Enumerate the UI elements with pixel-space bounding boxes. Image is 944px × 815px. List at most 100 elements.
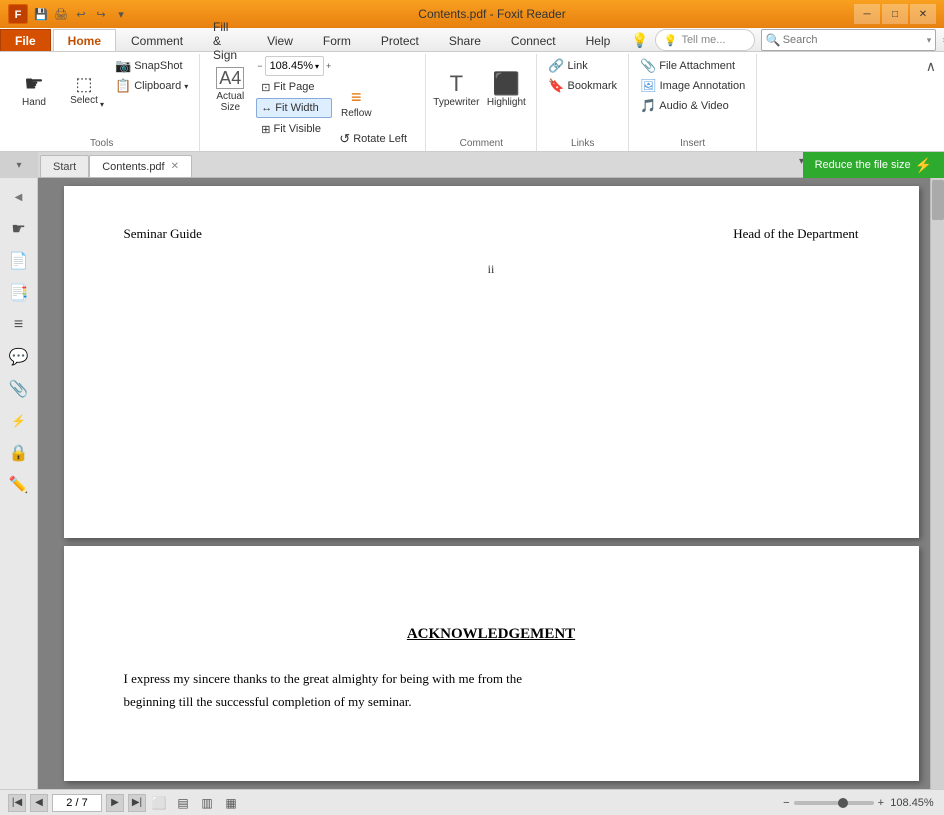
clipboard-button[interactable]: 📋 Clipboard ▾ xyxy=(110,76,193,96)
clipboard-dropdown[interactable]: ▾ xyxy=(184,82,188,91)
link-button[interactable]: 🔗 Link xyxy=(543,56,622,76)
sidebar-security-btn[interactable]: 🔒 xyxy=(4,438,34,468)
bookmark-button[interactable]: 🔖 Bookmark xyxy=(543,76,622,96)
tab-connect[interactable]: Connect xyxy=(496,29,571,51)
undo-icon[interactable]: ↩ xyxy=(72,5,90,23)
tell-me-input[interactable]: 💡 Tell me... xyxy=(655,29,755,51)
sidebar-bookmark-btn[interactable]: 📑 xyxy=(4,278,34,308)
snapshot-label: SnapShot xyxy=(134,60,182,72)
first-page-button[interactable]: |◀ xyxy=(8,794,26,812)
document-tabs-bar: ▾ Start Contents.pdf ✕ ▾ Reduce the file… xyxy=(0,152,944,178)
last-page-button[interactable]: ▶| xyxy=(128,794,146,812)
page-number-input[interactable] xyxy=(52,794,102,812)
tab-comment[interactable]: Comment xyxy=(116,29,198,51)
ribbon-group-links: 🔗 Link 🔖 Bookmark Links xyxy=(537,54,629,151)
next-page-button[interactable]: ▶ xyxy=(106,794,124,812)
fit-width-label: Fit Width xyxy=(275,102,318,114)
sidebar-toggle-btn[interactable]: ◀ xyxy=(4,182,34,212)
tab-start-label: Start xyxy=(53,161,76,173)
snapshot-button[interactable]: 📷 SnapShot xyxy=(110,56,193,76)
zoom-dropdown-arrow[interactable]: ▾ xyxy=(315,62,319,71)
new-tab-icon[interactable]: ▾ xyxy=(16,160,21,171)
tab-file[interactable]: File xyxy=(0,29,51,51)
comment-group-label: Comment xyxy=(432,136,530,149)
search-dropdown-icon[interactable]: ▾ xyxy=(927,35,932,46)
zoom-slider-thumb[interactable] xyxy=(838,798,848,808)
link-label: Link xyxy=(568,60,588,72)
typewriter-button[interactable]: T Typewriter xyxy=(432,56,480,124)
select-label: Select xyxy=(70,95,98,106)
fit-visible-button[interactable]: ⊞ Fit Visible xyxy=(256,119,332,139)
tab-home[interactable]: Home xyxy=(53,29,116,51)
zoom-value-display[interactable]: 108.45% ▾ xyxy=(265,56,324,76)
insert-col: 📎 File Attachment 🖼 Image Annotation 🎵 A… xyxy=(635,56,750,116)
tab-view[interactable]: View xyxy=(252,29,308,51)
vertical-scrollbar[interactable] xyxy=(930,178,944,789)
window-title: Contents.pdf - Foxit Reader xyxy=(130,7,854,21)
tab-form[interactable]: Form xyxy=(308,29,366,51)
zoom-in-status-btn[interactable]: + xyxy=(878,797,884,809)
ack-text-line1: I express my sincere thanks to the great… xyxy=(124,671,523,686)
collapse-ribbon-button[interactable]: ∧ xyxy=(926,58,936,75)
print-icon[interactable]: 🖨 xyxy=(52,5,70,23)
tell-me-icon: 💡 xyxy=(664,34,678,47)
two-page-icon[interactable]: ▥ xyxy=(198,794,216,812)
zoom-slider[interactable] xyxy=(794,801,874,805)
zoom-out-btn[interactable]: − xyxy=(256,61,263,71)
rotate-left-button[interactable]: ↺ Rotate Left xyxy=(334,129,419,149)
save-icon[interactable]: 💾 xyxy=(32,5,50,23)
tab-share[interactable]: Share xyxy=(434,29,496,51)
svg-text:F: F xyxy=(15,9,22,21)
search-input[interactable] xyxy=(783,34,925,46)
sidebar-layers-btn[interactable]: ≡ xyxy=(4,310,34,340)
continuous-page-icon[interactable]: ▤ xyxy=(174,794,192,812)
zoom-in-btn[interactable]: + xyxy=(325,61,332,71)
tab-help[interactable]: Help xyxy=(571,29,626,51)
zoom-out-status-btn[interactable]: − xyxy=(783,797,789,809)
file-attachment-button[interactable]: 📎 File Attachment xyxy=(635,56,750,76)
image-annotation-icon: 🖼 xyxy=(640,78,657,94)
fit-width-button[interactable]: ↔ Fit Width xyxy=(256,98,332,118)
sidebar-comment-btn[interactable]: 💬 xyxy=(4,342,34,372)
pdf-page-header: Seminar Guide Head of the Department xyxy=(124,226,859,242)
reduce-file-size-button[interactable]: Reduce the file size ⚡ xyxy=(803,152,944,178)
seminar-guide-text: Seminar Guide xyxy=(124,226,202,242)
window-controls: ─ □ ✕ xyxy=(854,4,936,24)
actual-size-button[interactable]: A4 ActualSize xyxy=(206,56,254,124)
scrollbar-thumb[interactable] xyxy=(932,180,944,220)
highlight-icon: ⬛ xyxy=(493,73,520,95)
redo-icon[interactable]: ↪ xyxy=(92,5,110,23)
sidebar-edit-btn[interactable]: ✏️ xyxy=(4,470,34,500)
single-page-icon[interactable]: ⬜ xyxy=(150,794,168,812)
customize-icon[interactable]: ▾ xyxy=(112,5,130,23)
highlight-button[interactable]: ⬛ Highlight xyxy=(482,56,530,124)
tab-start[interactable]: Start xyxy=(40,155,89,177)
close-tab-icon[interactable]: ✕ xyxy=(171,161,179,172)
image-annotation-button[interactable]: 🖼 Image Annotation xyxy=(635,76,750,96)
audio-video-button[interactable]: 🎵 Audio & Video xyxy=(635,96,750,116)
minimize-button[interactable]: ─ xyxy=(854,4,880,24)
left-sidebar: ◀ ☛ 📄 📑 ≡ 💬 📎 ⚡ 🔒 ✏️ xyxy=(0,178,38,789)
prev-page-button[interactable]: ◀ xyxy=(30,794,48,812)
pdf-page-2: ACKNOWLEDGEMENT I express my sincere tha… xyxy=(64,546,919,781)
close-button[interactable]: ✕ xyxy=(910,4,936,24)
sidebar-attachment-btn[interactable]: 📎 xyxy=(4,374,34,404)
links-col: 🔗 Link 🔖 Bookmark xyxy=(543,56,622,96)
maximize-button[interactable]: □ xyxy=(882,4,908,24)
sidebar-hand-btn[interactable]: ☛ xyxy=(4,214,34,244)
two-page-continuous-icon[interactable]: ▦ xyxy=(222,794,240,812)
hand-tool-button[interactable]: ☛ Hand xyxy=(10,56,58,124)
tab-fill-sign[interactable]: Fill & Sign xyxy=(198,29,252,51)
fit-page-label: Fit Page xyxy=(274,81,315,93)
tab-contents-pdf[interactable]: Contents.pdf ✕ xyxy=(89,155,192,177)
comment-group-content: T Typewriter ⬛ Highlight xyxy=(432,56,530,136)
rotate-left-icon: ↺ xyxy=(339,131,350,147)
search-bar[interactable]: 🔍 ▾ xyxy=(761,29,936,51)
sidebar-signature-btn[interactable]: ⚡ xyxy=(4,406,34,436)
select-tool-button[interactable]: ⬚ Select ▾ xyxy=(60,56,108,124)
reflow-button[interactable]: ≡ Reflow xyxy=(334,78,378,128)
audio-video-label: Audio & Video xyxy=(659,100,729,112)
fit-page-button[interactable]: ⊡ Fit Page xyxy=(256,77,332,97)
tab-protect[interactable]: Protect xyxy=(366,29,434,51)
sidebar-page-btn[interactable]: 📄 xyxy=(4,246,34,276)
